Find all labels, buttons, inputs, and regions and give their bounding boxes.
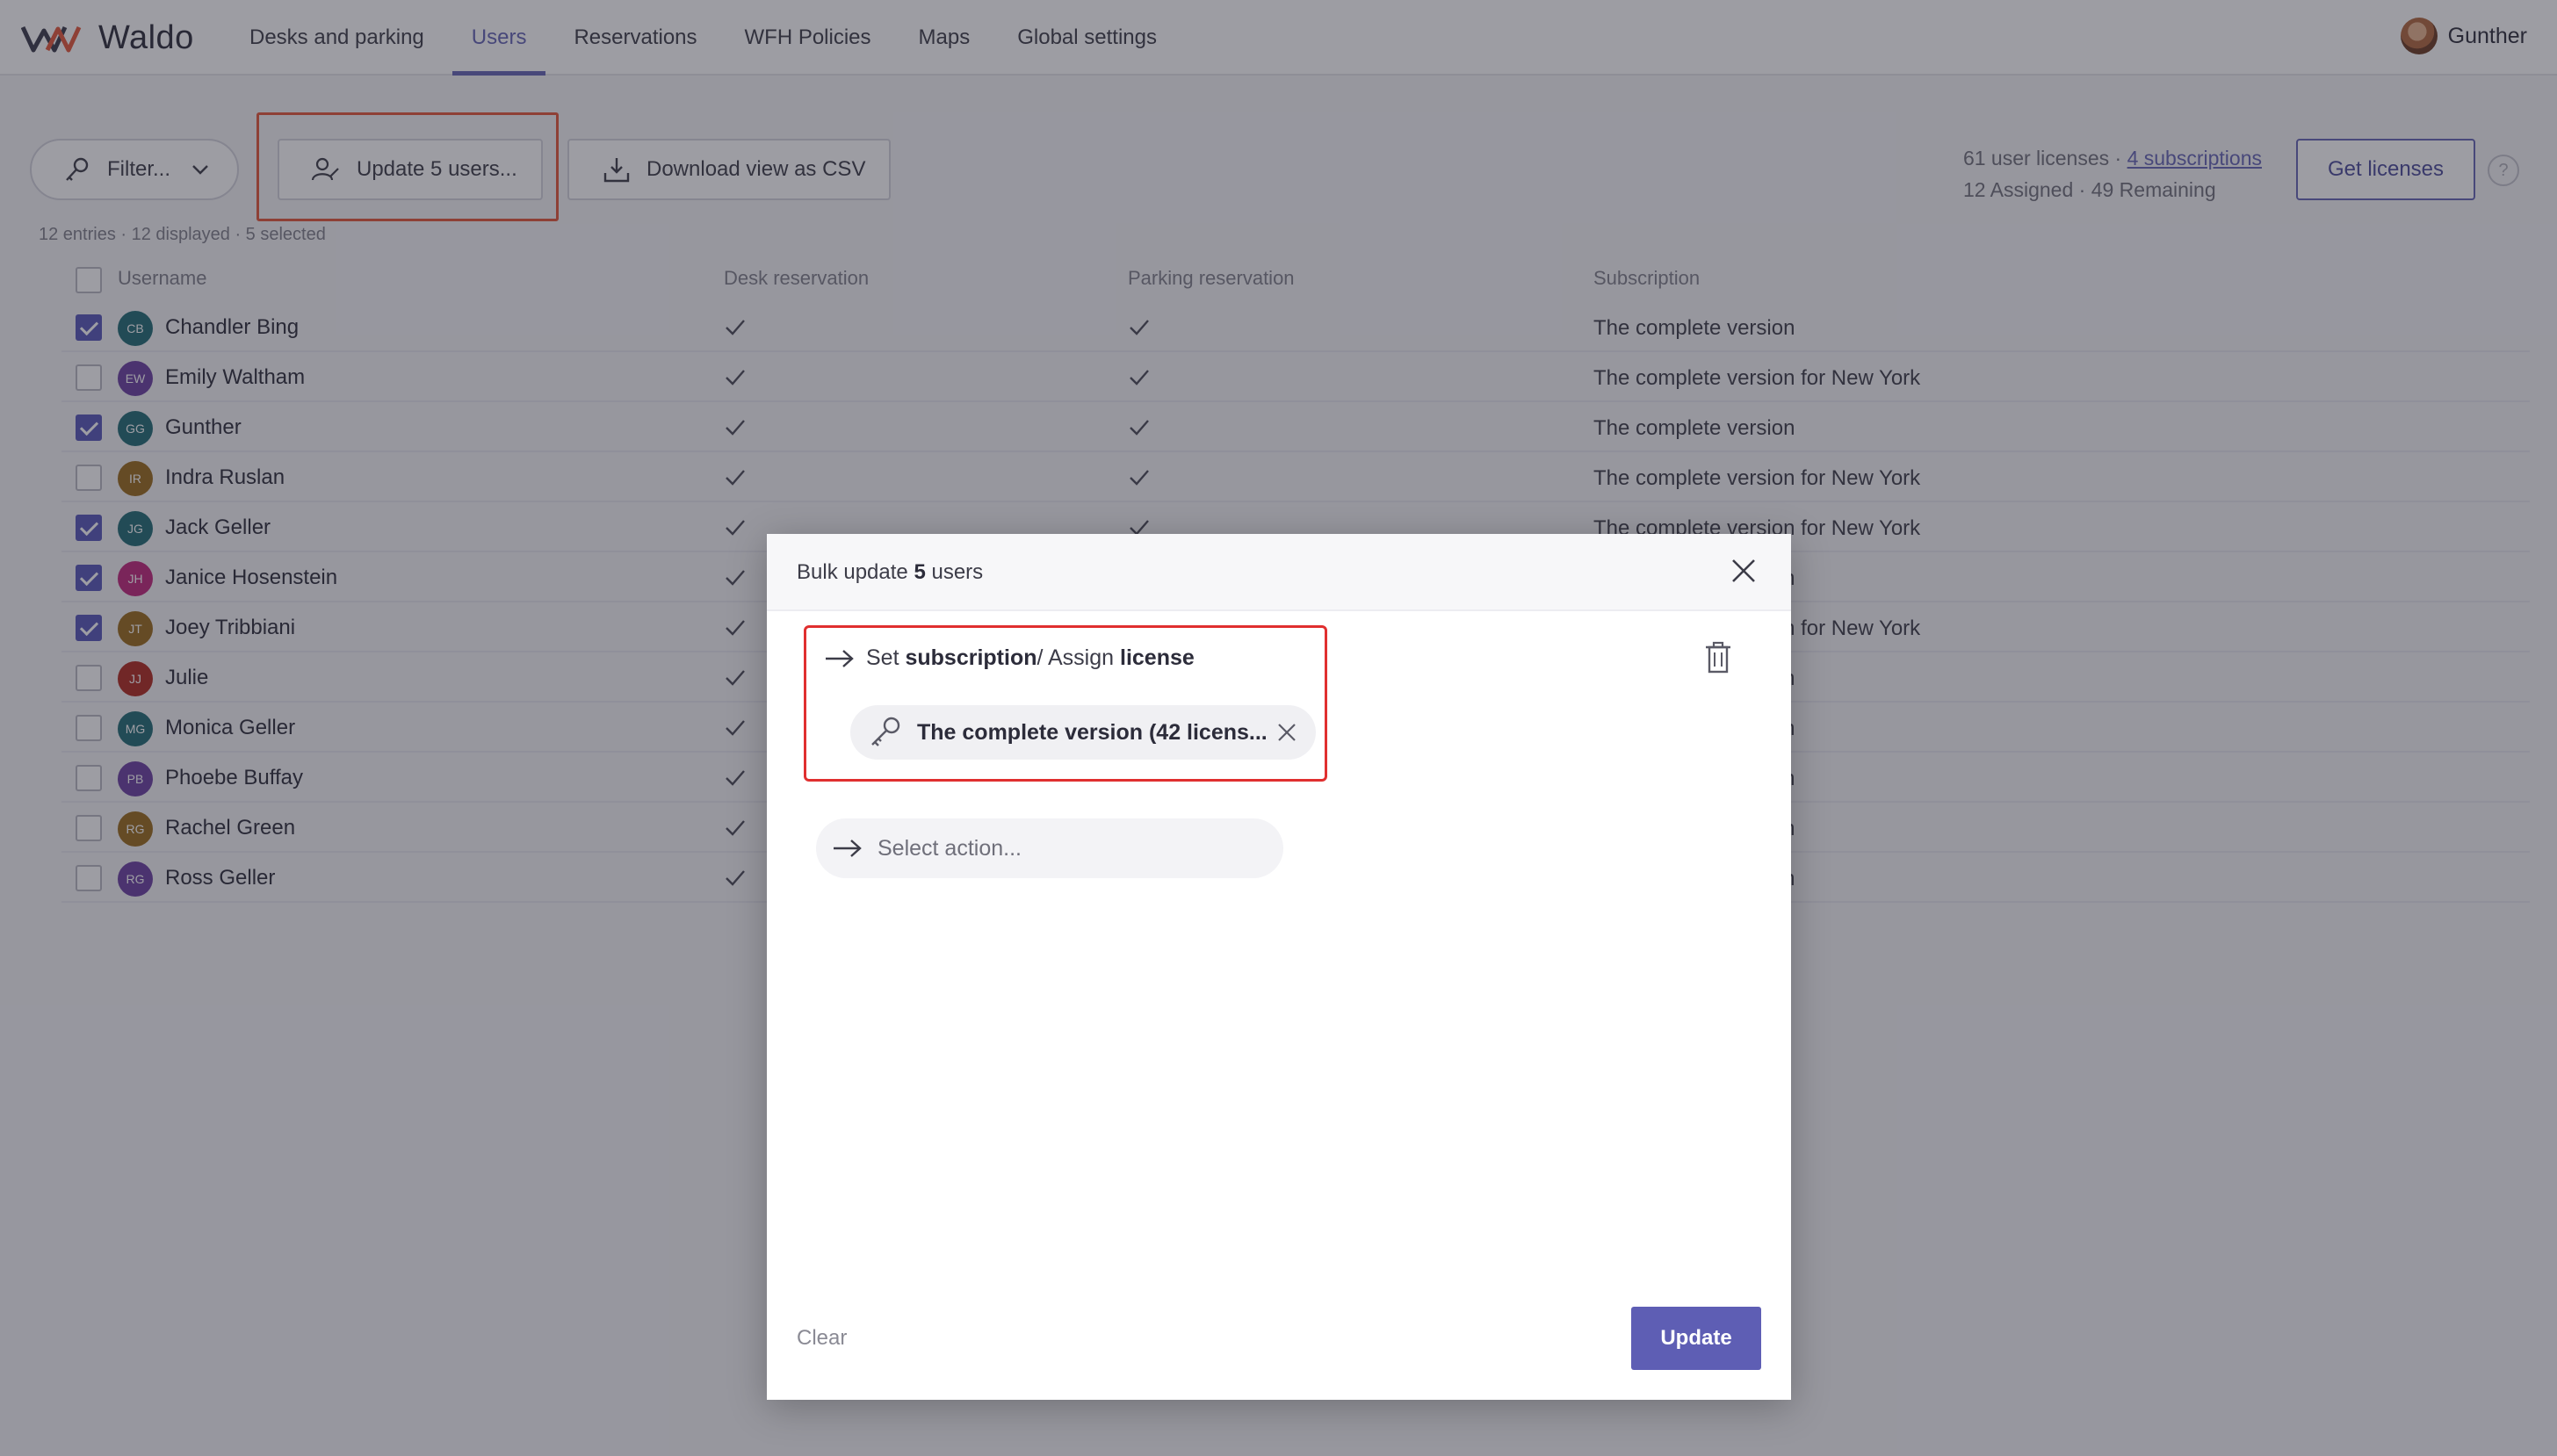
subscription-chip-text: The complete version (42 licens... bbox=[917, 719, 1268, 745]
clear-button[interactable]: Clear bbox=[797, 1326, 847, 1351]
trash-icon[interactable] bbox=[1703, 641, 1733, 674]
modal-title-count: 5 bbox=[914, 560, 926, 584]
modal-header: Bulk update 5 users bbox=[767, 534, 1791, 611]
action-label-license: license bbox=[1120, 645, 1195, 670]
subscription-chip[interactable]: The complete version (42 licens... bbox=[850, 705, 1316, 760]
modal-title-suffix: users bbox=[925, 560, 984, 584]
bulk-update-modal: Bulk update 5 users Set subscription / A… bbox=[767, 534, 1791, 1400]
modal-title: Bulk update 5 users bbox=[797, 560, 983, 585]
action-label-part1: Set bbox=[866, 645, 899, 670]
action-label-subscription: subscription bbox=[905, 645, 1037, 670]
arrow-right-icon bbox=[826, 649, 854, 667]
update-button[interactable]: Update bbox=[1631, 1307, 1761, 1370]
subscription-action-block: Set subscription / Assign license The co… bbox=[804, 625, 1327, 782]
remove-chip-icon[interactable] bbox=[1275, 721, 1298, 744]
close-icon[interactable] bbox=[1730, 557, 1758, 585]
modal-title-prefix: Bulk update bbox=[797, 560, 914, 584]
select-action-dropdown[interactable]: Select action... bbox=[816, 818, 1283, 878]
action-label-part2: / Assign bbox=[1037, 645, 1115, 670]
key-icon bbox=[871, 717, 900, 746]
action-label: Set subscription / Assign license bbox=[824, 645, 1195, 671]
arrow-right-icon bbox=[834, 840, 862, 857]
select-action-placeholder: Select action... bbox=[878, 835, 1022, 861]
